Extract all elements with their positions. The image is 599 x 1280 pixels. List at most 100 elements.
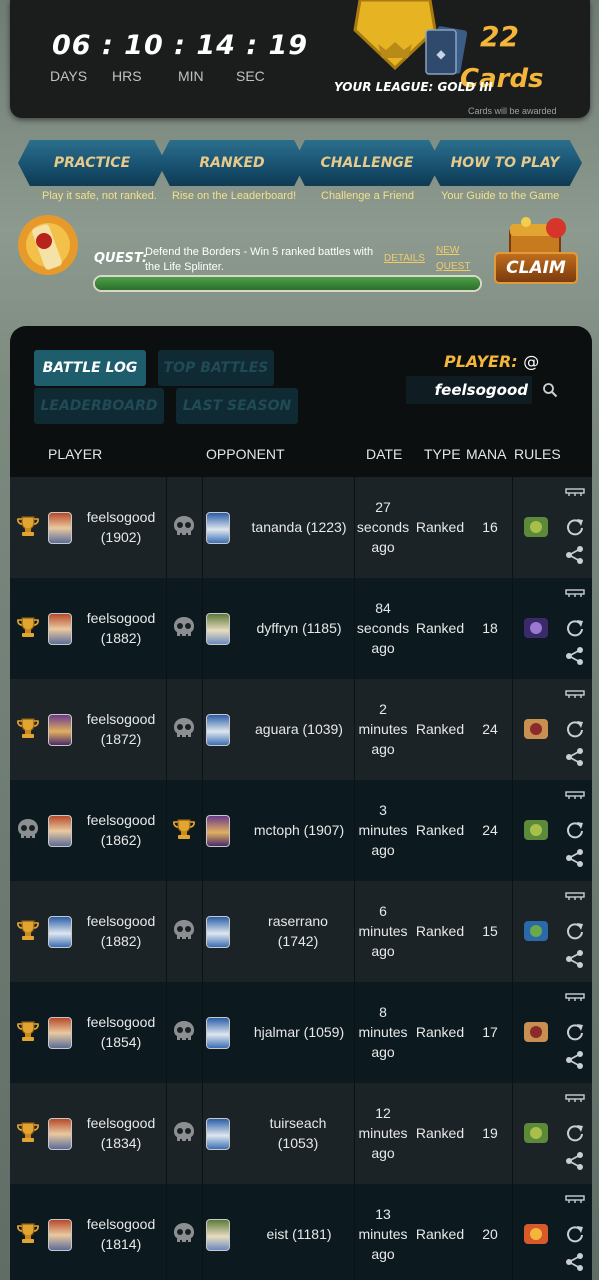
date-ago: ago bbox=[371, 1044, 395, 1060]
date-unit: minutes bbox=[358, 1024, 408, 1040]
opponent-name[interactable]: tananda (1223) bbox=[246, 517, 352, 537]
replay-icon[interactable] bbox=[565, 517, 585, 537]
opponent-name[interactable]: dyffryn (1185) bbox=[246, 618, 352, 638]
ruleset-icon bbox=[524, 719, 548, 739]
replay-icon[interactable] bbox=[565, 618, 585, 638]
player-search-input[interactable] bbox=[406, 376, 532, 404]
mana-cap: 19 bbox=[482, 1125, 498, 1141]
loser-skull-icon bbox=[170, 917, 198, 945]
table-row[interactable]: feelsogood (1902) tananda (1223) 27 seco… bbox=[10, 477, 592, 578]
new-quest-link-line2[interactable]: QUEST bbox=[436, 261, 470, 272]
player-name[interactable]: feelsogood bbox=[78, 1214, 164, 1234]
column-divider bbox=[512, 881, 513, 982]
replay-icon[interactable] bbox=[565, 719, 585, 739]
column-divider bbox=[512, 780, 513, 881]
player-name[interactable]: feelsogood bbox=[78, 1113, 164, 1133]
share-icon[interactable] bbox=[565, 1050, 585, 1070]
player-rating: (1862) bbox=[100, 832, 142, 848]
opponent-summoner-avatar bbox=[206, 815, 230, 847]
date-ago: ago bbox=[371, 741, 395, 757]
replay-icon[interactable] bbox=[565, 820, 585, 840]
opponent-name[interactable]: eist (1181) bbox=[246, 1224, 352, 1244]
view-deck-icon[interactable] bbox=[565, 588, 585, 608]
tab-top-battles[interactable]: TOP BATTLES bbox=[158, 350, 274, 386]
tab-battle-log[interactable]: BATTLE LOG bbox=[34, 350, 146, 386]
practice-subtitle: Play it safe, not ranked. bbox=[42, 190, 157, 202]
date-ago: ago bbox=[371, 1145, 395, 1161]
share-icon[interactable] bbox=[565, 747, 585, 767]
winner-trophy-icon bbox=[14, 1220, 42, 1248]
view-deck-icon[interactable] bbox=[565, 992, 585, 1012]
share-icon[interactable] bbox=[565, 949, 585, 969]
player-name[interactable]: feelsogood bbox=[78, 608, 164, 628]
player-name[interactable]: feelsogood bbox=[78, 709, 164, 729]
table-row[interactable]: feelsogood (1834) tuirseach (1053) 12 mi… bbox=[10, 1083, 592, 1184]
loser-skull-icon bbox=[170, 1119, 198, 1147]
replay-icon[interactable] bbox=[565, 1224, 585, 1244]
opponent-name[interactable]: raserrano (1742) bbox=[250, 911, 346, 951]
loser-skull-icon bbox=[14, 816, 42, 844]
opponent-name[interactable]: aguara (1039) bbox=[246, 719, 352, 739]
view-deck-icon[interactable] bbox=[565, 790, 585, 810]
tab-leaderboard[interactable]: LEADERBOARD bbox=[34, 388, 164, 424]
ruleset-icon bbox=[524, 618, 548, 638]
opponent-summoner-avatar bbox=[206, 714, 230, 746]
date-unit: minutes bbox=[358, 1226, 408, 1242]
opponent-name[interactable]: mctoph (1907) bbox=[246, 820, 352, 840]
player-rating: (1814) bbox=[100, 1236, 142, 1252]
search-icon[interactable] bbox=[542, 382, 558, 398]
share-icon[interactable] bbox=[565, 545, 585, 565]
table-row[interactable]: feelsogood (1814) eist (1181) 13 minutes… bbox=[10, 1184, 592, 1280]
new-quest-link-line1[interactable]: NEW bbox=[436, 245, 459, 256]
date-unit: minutes bbox=[358, 923, 408, 939]
tab-last-season[interactable]: LAST SEASON bbox=[176, 388, 298, 424]
sec-label: SEC bbox=[236, 68, 265, 84]
column-divider bbox=[166, 780, 167, 881]
share-icon[interactable] bbox=[565, 1151, 585, 1171]
battle-type: Ranked bbox=[415, 620, 465, 636]
table-row[interactable]: feelsogood (1882) raserrano (1742) 6 min… bbox=[10, 881, 592, 982]
player-name[interactable]: feelsogood bbox=[78, 507, 164, 527]
column-divider bbox=[202, 1083, 203, 1184]
view-deck-icon[interactable] bbox=[565, 891, 585, 911]
share-icon[interactable] bbox=[565, 848, 585, 868]
player-name[interactable]: feelsogood bbox=[78, 911, 164, 931]
view-deck-icon[interactable] bbox=[565, 1194, 585, 1214]
player-summoner-avatar bbox=[48, 512, 72, 544]
replay-icon[interactable] bbox=[565, 921, 585, 941]
share-icon[interactable] bbox=[565, 646, 585, 666]
challenge-button[interactable]: CHALLENGE bbox=[293, 140, 441, 186]
claim-button[interactable]: CLAIM bbox=[494, 252, 578, 284]
player-name[interactable]: feelsogood bbox=[78, 1012, 164, 1032]
ruleset-icon bbox=[524, 1022, 548, 1042]
opponent-name[interactable]: tuirseach (1053) bbox=[250, 1113, 346, 1153]
ranked-button[interactable]: RANKED bbox=[158, 140, 306, 186]
table-row[interactable]: feelsogood (1862) mctoph (1907) 3 minute… bbox=[10, 780, 592, 881]
how-to-play-button[interactable]: HOW TO PLAY bbox=[428, 140, 582, 186]
player-rating: (1882) bbox=[100, 630, 142, 646]
quest-scroll-icon bbox=[18, 215, 78, 275]
date-ago: ago bbox=[371, 842, 395, 858]
date-value: 6 bbox=[379, 903, 387, 919]
column-divider bbox=[166, 679, 167, 780]
player-name[interactable]: feelsogood bbox=[78, 810, 164, 830]
view-deck-icon[interactable] bbox=[565, 689, 585, 709]
practice-button[interactable]: PRACTICE bbox=[18, 140, 166, 186]
replay-icon[interactable] bbox=[565, 1022, 585, 1042]
column-divider bbox=[202, 780, 203, 881]
table-row[interactable]: feelsogood (1872) aguara (1039) 2 minute… bbox=[10, 679, 592, 780]
column-divider bbox=[512, 982, 513, 1083]
replay-icon[interactable] bbox=[565, 1123, 585, 1143]
date-unit: minutes bbox=[358, 1125, 408, 1141]
winner-trophy-icon bbox=[14, 1119, 42, 1147]
mana-cap: 24 bbox=[482, 822, 498, 838]
table-row[interactable]: feelsogood (1882) dyffryn (1185) 84 seco… bbox=[10, 578, 592, 679]
quest-details-link[interactable]: DETAILS bbox=[384, 253, 425, 264]
view-deck-icon[interactable] bbox=[565, 487, 585, 507]
view-deck-icon[interactable] bbox=[565, 1093, 585, 1113]
days-label: DAYS bbox=[50, 68, 88, 84]
mana-cap: 15 bbox=[482, 923, 498, 939]
opponent-name[interactable]: hjalmar (1059) bbox=[246, 1022, 352, 1042]
table-row[interactable]: feelsogood (1854) hjalmar (1059) 8 minut… bbox=[10, 982, 592, 1083]
share-icon[interactable] bbox=[565, 1252, 585, 1272]
